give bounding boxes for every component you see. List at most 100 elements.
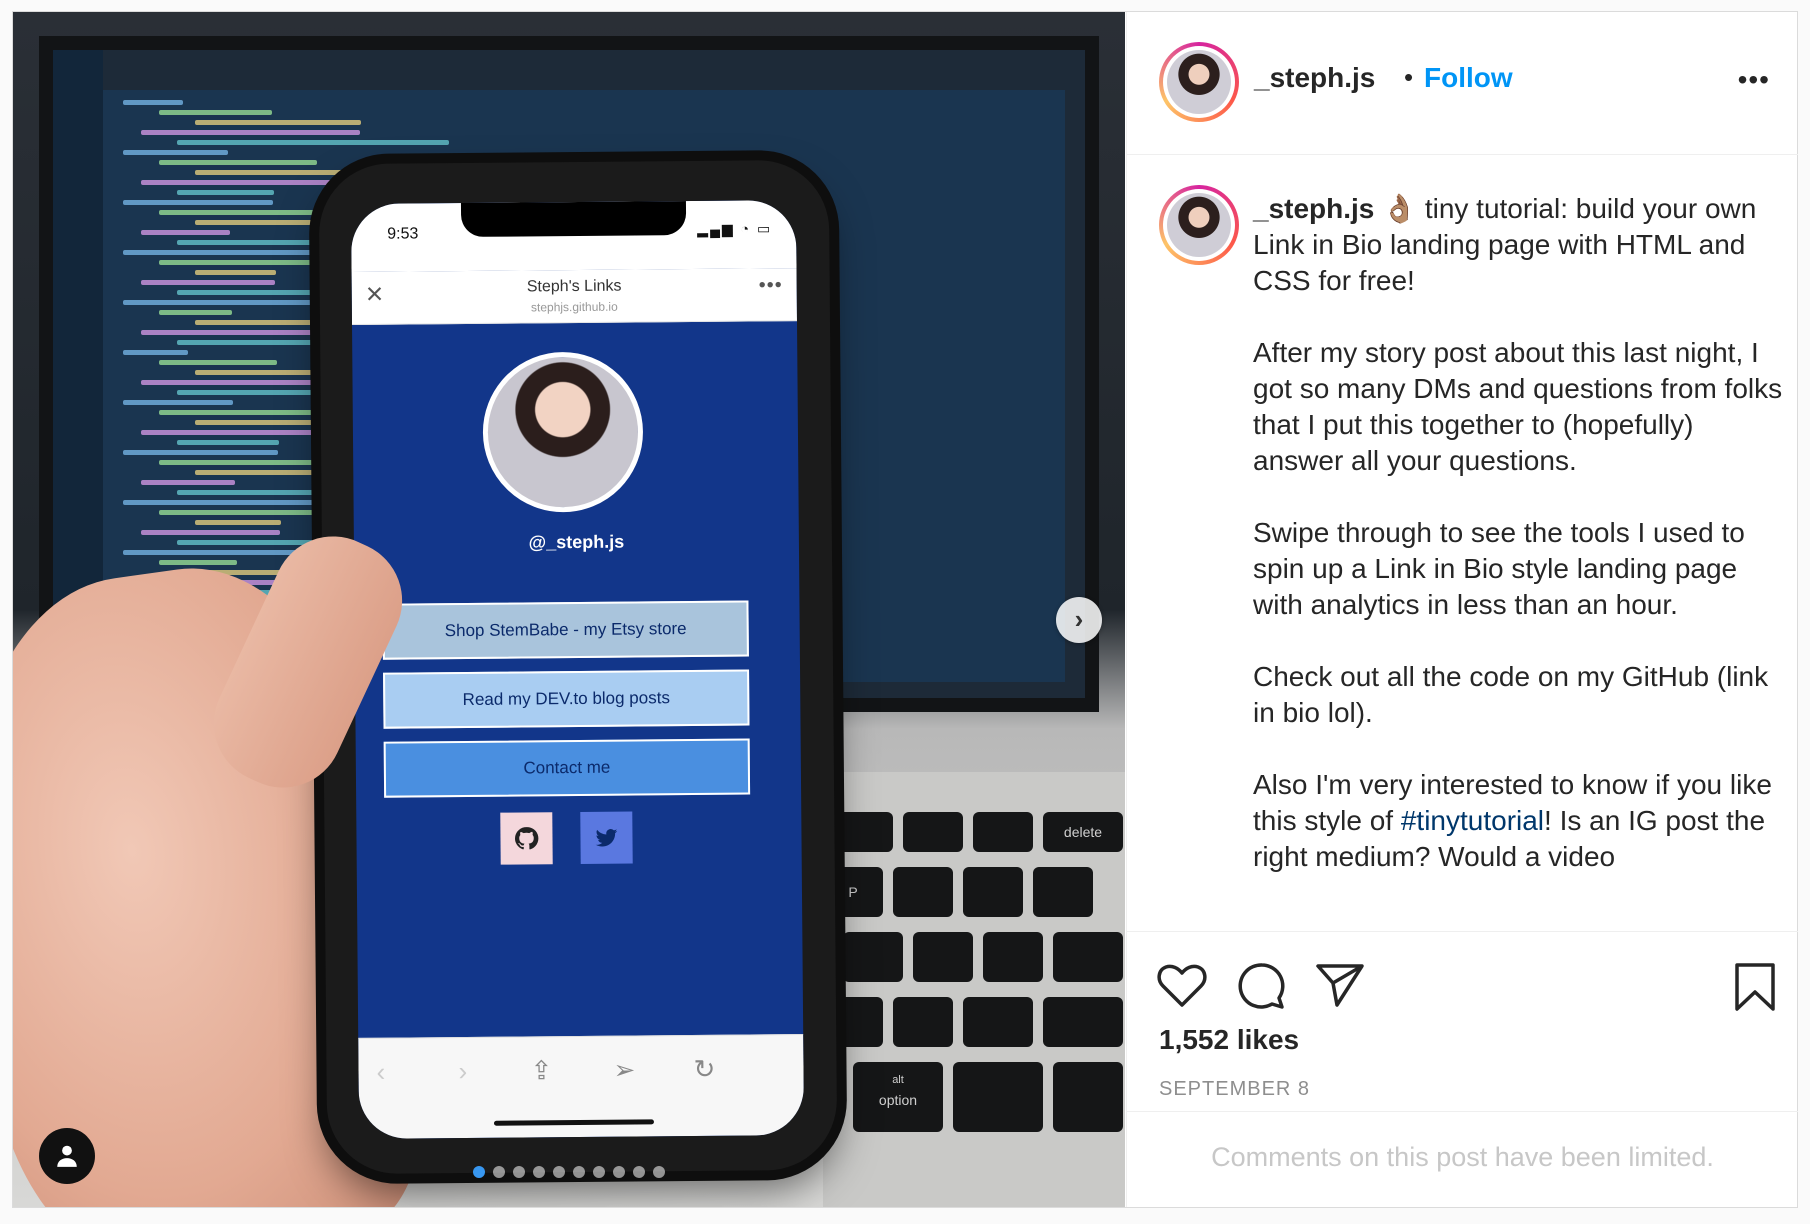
post-media[interactable]: delete P alt option 9:53 ▂▄▆ ◔ ▭ × Steph… [13, 12, 1125, 1207]
code-line [159, 560, 237, 565]
laptop-keyboard: delete P alt option [823, 772, 1125, 1207]
likes-count[interactable]: 1,552 likes [1159, 1024, 1299, 1056]
keyboard-key [1053, 1062, 1123, 1132]
phone-browser-toolbar: ‹ › ⇪ ➢ ↻ [358, 1034, 805, 1139]
carousel-dot [493, 1166, 505, 1178]
reload-icon: ↻ [693, 1053, 716, 1085]
phone-page-title: Steph's Links [526, 277, 622, 296]
carousel-dot [533, 1166, 545, 1178]
more-icon: ••• [758, 274, 783, 297]
keyboard-key [1033, 867, 1093, 917]
phone-link-etsy: Shop StemBabe - my Etsy store [382, 600, 749, 660]
keyboard-key [833, 812, 893, 852]
code-line [195, 270, 276, 275]
phone-profile-avatar [482, 351, 644, 513]
phone-notch [460, 201, 687, 238]
code-line [195, 520, 281, 525]
code-line [141, 230, 230, 235]
code-line [159, 160, 317, 165]
back-icon: ‹ [376, 1056, 386, 1087]
code-line [123, 400, 233, 405]
caption-username[interactable]: _steph.js [1253, 193, 1374, 224]
forward-icon: › [458, 1055, 468, 1087]
code-line [141, 480, 235, 485]
caption-area[interactable]: _steph.js 👌🏽 tiny tutorial: build your o… [1127, 155, 1798, 931]
keyboard-key [893, 997, 953, 1047]
code-line [123, 150, 228, 155]
phone-time: 9:53 [387, 225, 419, 243]
keyboard-key [953, 1062, 1043, 1132]
code-line [123, 450, 278, 455]
home-indicator [493, 1119, 654, 1126]
post-date[interactable]: SEPTEMBER 8 [1159, 1078, 1310, 1101]
keyboard-key [913, 932, 973, 982]
code-line [177, 240, 319, 245]
code-line [159, 360, 277, 365]
code-line [141, 530, 280, 535]
code-line [177, 440, 279, 445]
code-line [123, 500, 323, 505]
avatar-photo [1167, 193, 1231, 257]
carousel-dot [513, 1166, 525, 1178]
github-icon [500, 812, 553, 865]
keyboard-key-option-label: option [878, 1092, 918, 1108]
code-line [141, 130, 360, 135]
follow-button[interactable]: Follow [1424, 62, 1513, 94]
tagged-users-button[interactable] [39, 1128, 95, 1184]
header-separator: • [1404, 62, 1414, 92]
phone-screen: 9:53 ▂▄▆ ◔ ▭ × Steph's Links stephjs.git… [350, 200, 805, 1139]
carousel-dot [633, 1166, 645, 1178]
share-paper-plane-icon[interactable] [1315, 962, 1365, 1013]
carousel-dot [613, 1166, 625, 1178]
share-icon: ⇪ [530, 1055, 553, 1086]
code-line [141, 280, 275, 285]
keyboard-key-alt-label: alt [892, 1074, 904, 1086]
keyboard-key [983, 932, 1043, 982]
post-actions: 1,552 likes SEPTEMBER 8 [1127, 931, 1798, 1112]
code-line [159, 410, 322, 415]
keyboard-key [843, 932, 903, 982]
comments-limited-notice: Comments on this post have been limited. [1211, 1142, 1714, 1172]
keyboard-key [893, 867, 953, 917]
caption-avatar[interactable] [1159, 185, 1239, 265]
header-username[interactable]: _steph.js [1254, 62, 1375, 94]
instagram-post: delete P alt option 9:53 ▂▄▆ ◔ ▭ × Steph… [12, 11, 1798, 1208]
carousel-next-button[interactable]: › [1056, 597, 1102, 643]
phone-browser-bar: × Steph's Links stephjs.github.io ••• [351, 268, 797, 325]
code-line [159, 110, 272, 115]
keyboard-key [963, 867, 1023, 917]
phone-page-url: stephjs.github.io [530, 299, 618, 315]
bookmark-icon[interactable] [1733, 962, 1777, 1017]
post-side-panel: _steph.js • Follow ••• _steph.js 👌🏽 tiny… [1126, 12, 1798, 1207]
avatar-photo [1167, 50, 1231, 114]
phone-link-dev: Read my DEV.to blog posts [383, 669, 750, 729]
carousel-indicator [473, 1166, 665, 1178]
code-line [123, 200, 273, 205]
code-line [177, 190, 274, 195]
keyboard-key [1053, 932, 1123, 982]
twitter-icon [580, 811, 633, 864]
phone-link-contact: Contact me [383, 738, 751, 798]
phone-status-icons: ▂▄▆ ◔ ▭ [697, 220, 773, 237]
comment-icon[interactable] [1237, 962, 1287, 1015]
code-line [123, 350, 188, 355]
code-line [177, 140, 449, 145]
keyboard-key [1043, 997, 1123, 1047]
header-avatar[interactable] [1159, 42, 1239, 122]
carousel-dot [593, 1166, 605, 1178]
keyboard-key [963, 997, 1033, 1047]
more-options-icon[interactable]: ••• [1738, 66, 1770, 94]
hashtag-link[interactable]: #tinytutorial [1401, 805, 1544, 836]
code-line [123, 250, 318, 255]
phone-profile-handle: @_steph.js [528, 531, 625, 553]
like-heart-icon[interactable] [1157, 962, 1207, 1013]
keyboard-key-option: alt option [853, 1062, 943, 1132]
keyboard-key [973, 812, 1033, 852]
comments-section: Comments on this post have been limited. [1127, 1111, 1798, 1208]
carousel-dot [473, 1166, 485, 1178]
code-line [177, 490, 324, 495]
keyboard-key-delete: delete [1043, 812, 1123, 852]
carousel-dot [573, 1166, 585, 1178]
send-icon: ➢ [613, 1054, 636, 1085]
phone: 9:53 ▂▄▆ ◔ ▭ × Steph's Links stephjs.git… [318, 159, 838, 1175]
